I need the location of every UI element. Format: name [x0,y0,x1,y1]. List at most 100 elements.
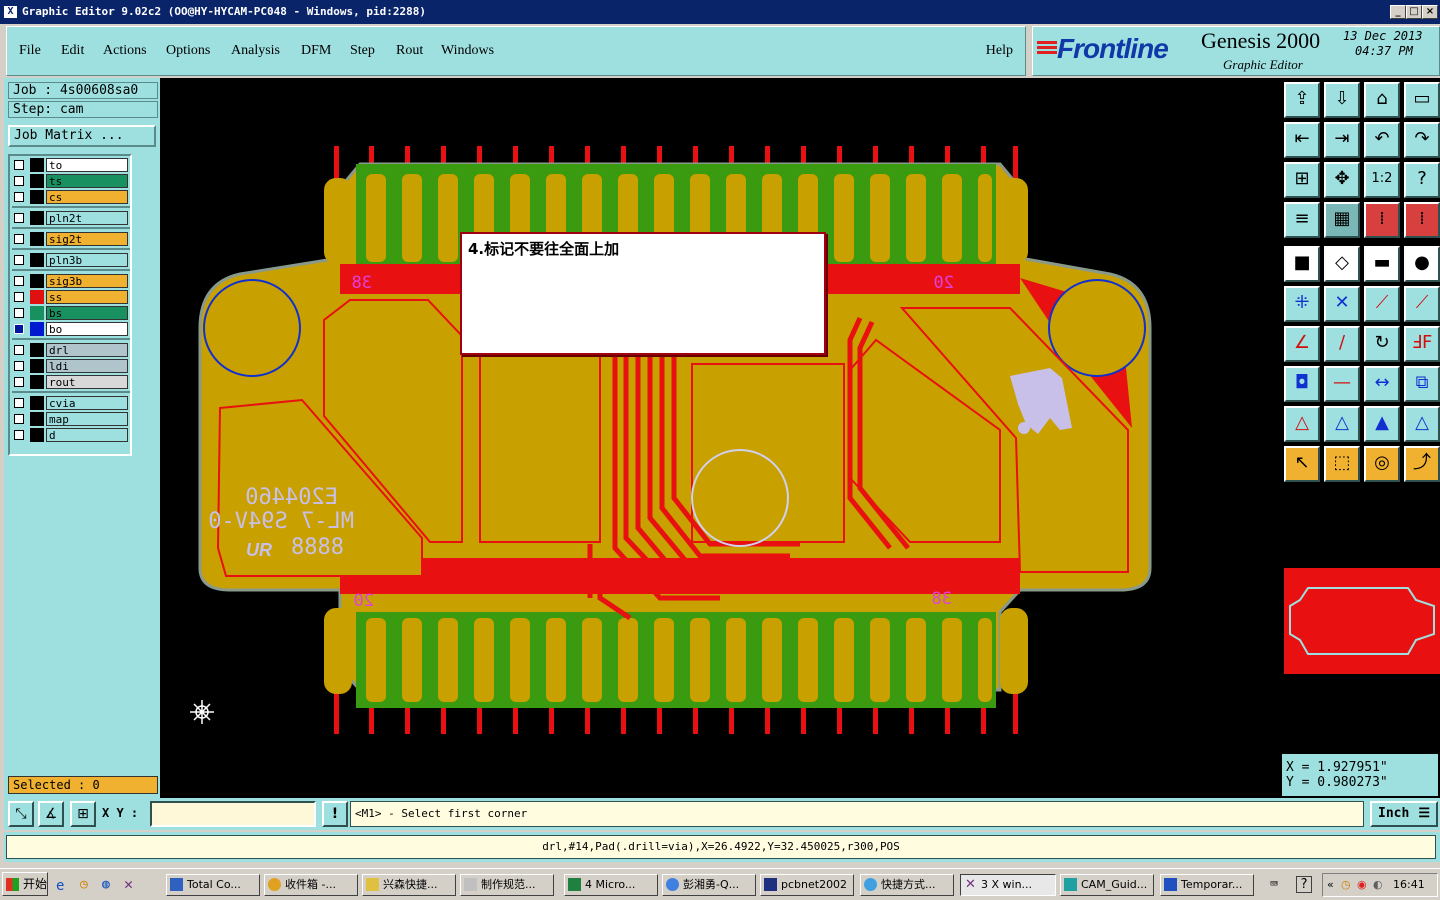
save-icon[interactable]: ⇩ [1324,82,1360,118]
layer-view-icon[interactable]: ⁞ [1364,202,1400,238]
exclaim-button[interactable]: ! [322,801,348,827]
task-cam-guide[interactable]: CAM_Guid... [1060,874,1154,896]
close-button[interactable]: × [1422,5,1438,19]
task-spec[interactable]: 制作规范... [460,874,554,896]
task-inbox[interactable]: 收件箱 -... [264,874,358,896]
snap-icon[interactable]: ⤡ [8,801,34,827]
open-icon[interactable]: ⇪ [1284,82,1320,118]
outline-icon[interactable]: ◇ [1324,246,1360,282]
minus-icon[interactable]: — [1324,366,1360,402]
layer-checkbox[interactable] [14,292,24,302]
layer-checkbox[interactable] [14,213,24,223]
layer-checkbox[interactable] [14,192,24,202]
tri-red-icon[interactable]: △ [1284,406,1320,442]
import-icon[interactable]: ⇤ [1284,122,1320,158]
task-excel[interactable]: 4 Micro... [564,874,658,896]
layer-rout[interactable]: rout [12,375,130,389]
angle-snap-icon[interactable]: ∡ [38,801,64,827]
layer-checkbox[interactable] [14,398,24,408]
layer-checkbox[interactable] [14,276,24,286]
layer-d[interactable]: d [12,428,130,442]
tray-clock-icon[interactable]: ◷ [1341,874,1351,896]
layer-checkbox-checked[interactable] [14,324,24,334]
layer-checkbox[interactable] [14,414,24,424]
slash-icon[interactable]: / [1324,326,1360,362]
layer-checkbox[interactable] [14,377,24,387]
menu-file[interactable]: File [19,43,41,59]
menu-analysis[interactable]: Analysis [231,43,280,59]
minimize-button[interactable]: _ [1390,5,1406,19]
zoom-home-icon[interactable]: ✥ [1324,162,1360,198]
layer-edit-icon[interactable]: ⁞ [1404,202,1440,238]
start-button[interactable]: 开始 [2,872,48,896]
graphic-canvas[interactable]: 38 20 20 38 E204460 ML-7 S94V-0 8888 UR [160,78,1280,798]
help-icon[interactable]: ? [1404,162,1440,198]
task-temporary[interactable]: Temporar... [1160,874,1254,896]
layer-bs[interactable]: bs [12,306,130,320]
tri-up-icon[interactable]: ▲ [1364,406,1400,442]
node-icon[interactable]: ◘ [1284,366,1320,402]
window-icon[interactable]: ▭ [1404,82,1440,118]
minimap[interactable] [1284,568,1440,674]
task-xingsen[interactable]: 兴森快捷... [362,874,456,896]
layer-ss[interactable]: ss [12,290,130,304]
tray-expand-icon[interactable]: « [1327,874,1334,896]
redo-icon[interactable]: ↷ [1404,122,1440,158]
layer-map[interactable]: map [12,412,130,426]
task-shortcut[interactable]: 快捷方式... [860,874,954,896]
fill-icon[interactable]: ■ [1284,246,1320,282]
xy-input[interactable] [150,801,316,827]
maximize-button[interactable]: □ [1406,5,1422,19]
task-pcbnet[interactable]: pcbnet2002 [760,874,854,896]
layer-ldi[interactable]: ldi [12,359,130,373]
menu-dfm[interactable]: DFM [301,43,331,59]
layer-sig2t[interactable]: sig2t [12,232,130,246]
keyboard-icon[interactable]: ⌨ [1270,877,1278,892]
layer-ts[interactable]: ts [12,174,130,188]
settings-icon[interactable]: ≡ [1284,202,1320,238]
clock-app-icon[interactable]: ◷ [80,877,88,892]
layer-sig3b[interactable]: sig3b [12,274,130,288]
note-popup[interactable]: 4.标记不要往全面上加 [460,232,826,355]
layer-cs[interactable]: cs [12,190,130,204]
layer-pln2t[interactable]: pln2t [12,211,130,225]
zoom-1to1-icon[interactable]: 1:2 [1364,162,1400,198]
layer-cvia[interactable]: cvia [12,396,130,410]
layer-checkbox[interactable] [14,255,24,265]
menu-help[interactable]: Help [986,43,1013,59]
pad-icon[interactable]: ● [1404,246,1440,282]
task-qq[interactable]: 彭湘勇-Q... [662,874,756,896]
layer-checkbox[interactable] [14,345,24,355]
line-icon[interactable]: ⟋ [1364,286,1400,322]
select-circle-icon[interactable]: ◎ [1364,446,1400,482]
select-path-icon[interactable]: ⤴ [1404,446,1440,482]
angle-icon[interactable]: ∠ [1284,326,1320,362]
units-selector[interactable]: Inch ☰ [1370,801,1438,827]
layer-bo[interactable]: bo [12,322,130,336]
pin-icon[interactable]: ⟋ [1404,286,1440,322]
grid-snap-icon[interactable]: ⊞ [70,801,96,827]
layer-to[interactable]: to [12,158,130,172]
tray-volume-icon[interactable]: ◐ [1373,874,1383,896]
layer-drl[interactable]: drl [12,343,130,357]
job-matrix-button[interactable]: Job Matrix ... [8,125,156,147]
group-icon[interactable]: ⧉ [1404,366,1440,402]
menu-rout[interactable]: Rout [396,43,423,59]
browser-icon[interactable]: ◍ [102,877,110,892]
pcb-board-view[interactable]: 38 20 20 38 E204460 ML-7 S94V-0 8888 UR [160,78,1280,798]
layer-checkbox[interactable] [14,176,24,186]
delete-icon[interactable]: ✕ [1324,286,1360,322]
menu-actions[interactable]: Actions [103,43,147,59]
layer-pln3b[interactable]: pln3b [12,253,130,267]
task-total-commander[interactable]: Total Co... [166,874,260,896]
tri-blue-icon[interactable]: △ [1324,406,1360,442]
menu-windows[interactable]: Windows [441,43,494,59]
connect-icon[interactable]: ⁜ [1284,286,1320,322]
arc-icon[interactable]: ↻ [1364,326,1400,362]
layer-checkbox[interactable] [14,308,24,318]
layer-checkbox[interactable] [14,430,24,440]
grid-icon[interactable]: ▦ [1324,202,1360,238]
layer-checkbox[interactable] [14,361,24,371]
menu-edit[interactable]: Edit [61,43,84,59]
undo-icon[interactable]: ↶ [1364,122,1400,158]
